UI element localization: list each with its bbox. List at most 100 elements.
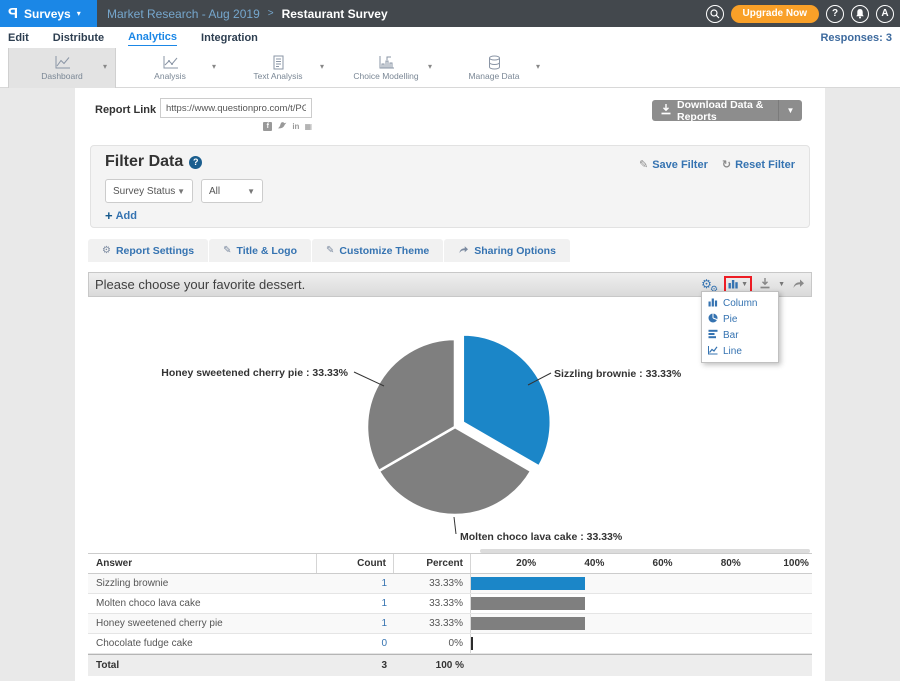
notifications-bell-icon[interactable]	[851, 5, 869, 23]
menu-item-bar[interactable]: Bar	[702, 327, 778, 343]
table-row[interactable]: Molten choco lava cake 1 33.33%	[88, 594, 812, 614]
reset-filter-button[interactable]: ↻Reset Filter	[722, 158, 795, 171]
leader-line-molten	[454, 517, 456, 534]
pie-chart-icon	[708, 313, 718, 326]
menu-item-column[interactable]: Column	[702, 295, 778, 311]
menu-item-pie[interactable]: Pie	[702, 311, 778, 327]
surveys-menu[interactable]: P Surveys ▾	[0, 0, 97, 27]
chevron-down-icon: ▼	[177, 187, 185, 196]
text-document-icon	[271, 55, 286, 70]
tab-customize-theme[interactable]: ✎Customize Theme	[312, 239, 443, 262]
pencil-icon: ✎	[326, 245, 334, 256]
chevron-down-icon: ▼	[247, 187, 255, 196]
chevron-down-icon[interactable]: ▾	[428, 62, 432, 71]
question-title: Please choose your favorite dessert.	[95, 277, 305, 292]
reset-icon: ↻	[722, 158, 731, 171]
distribution-bar	[471, 577, 585, 590]
tab-report-settings[interactable]: ⚙Report Settings	[88, 239, 208, 262]
upgrade-now-button[interactable]: Upgrade Now	[731, 5, 819, 23]
nav-distribute[interactable]: Distribute	[53, 30, 104, 46]
main-nav: Edit Distribute Analytics Integration Re…	[0, 27, 900, 48]
download-button-label: Download Data & Reports	[677, 99, 778, 123]
survey-status-value-select[interactable]: All▼	[201, 179, 263, 203]
toolbar-manage-data[interactable]: Manage Data ▾	[440, 48, 548, 88]
topbar: P Surveys ▾ Market Research - Aug 2019 >…	[0, 0, 900, 27]
column-chart-icon	[708, 297, 718, 310]
linkedin-icon[interactable]: in	[292, 122, 299, 131]
distribution-bar	[471, 637, 473, 650]
facebook-icon[interactable]: f	[263, 122, 272, 131]
nav-edit[interactable]: Edit	[8, 30, 29, 46]
pencil-icon: ✎	[639, 158, 648, 171]
chevron-down-icon[interactable]: ▾	[320, 62, 324, 71]
download-data-reports-button[interactable]: Download Data & Reports ▼	[652, 100, 802, 121]
plus-icon: +	[105, 208, 113, 223]
survey-status-select[interactable]: Survey Status▼	[105, 179, 193, 203]
share-arrow-icon	[458, 245, 469, 257]
report-link-label: Report Link	[95, 104, 156, 116]
report-tabs: ⚙Report Settings ✎Title & Logo ✎Customiz…	[88, 239, 570, 262]
tab-title-logo[interactable]: ✎Title & Logo	[209, 239, 311, 262]
filter-data-title: Filter Data ?	[105, 153, 202, 171]
chevron-down-icon[interactable]: ▼	[741, 281, 748, 288]
breadcrumb-separator: >	[268, 8, 274, 19]
twitter-icon[interactable]	[277, 121, 287, 132]
toolbar-text-analysis[interactable]: Text Analysis ▾	[224, 48, 332, 88]
chevron-down-icon[interactable]: ▾	[536, 62, 540, 71]
chevron-down-icon[interactable]: ▼	[778, 281, 785, 288]
header-scale: 20% 40% 60% 80% 100%	[471, 554, 812, 573]
filter-data-panel: Filter Data ? ✎Save Filter ↻Reset Filter…	[90, 145, 810, 228]
results-table: Answer Count Percent 20% 40% 60% 80% 100…	[88, 553, 812, 676]
settings-gears-icon: ⚙	[102, 245, 111, 256]
table-row[interactable]: Honey sweetened cherry pie 1 33.33%	[88, 614, 812, 634]
help-icon[interactable]: ?	[826, 5, 844, 23]
dashboard-chart-icon	[54, 55, 71, 70]
analytics-toolbar: Dashboard ▾ Analysis ▾ Text Analysis ▾ C…	[0, 48, 900, 88]
line-chart-icon	[708, 345, 718, 358]
filter-help-icon[interactable]: ?	[189, 156, 202, 169]
download-options-caret[interactable]: ▼	[778, 100, 802, 121]
header-answer: Answer	[88, 554, 317, 573]
questionpro-logo: P	[8, 5, 18, 22]
database-icon	[487, 55, 502, 70]
avatar[interactable]: A	[876, 5, 894, 23]
bar-chart-icon	[708, 329, 718, 342]
table-row[interactable]: Chocolate fudge cake 0 0%	[88, 634, 812, 654]
breadcrumb-parent[interactable]: Market Research - Aug 2019	[107, 7, 260, 21]
save-filter-button[interactable]: ✎Save Filter	[639, 158, 708, 171]
toolbar-dashboard[interactable]: Dashboard ▾	[8, 48, 116, 88]
chevron-down-icon: ▾	[77, 9, 81, 18]
report-link-input[interactable]	[160, 98, 312, 118]
nav-analytics[interactable]: Analytics	[128, 29, 177, 46]
chart-share-icon[interactable]	[792, 276, 805, 294]
header-percent: Percent	[394, 554, 471, 573]
toolbar-analysis[interactable]: Analysis ▾	[116, 48, 224, 88]
add-filter-button[interactable]: + Add	[105, 208, 137, 223]
pie-label-molten: Molten choco lava cake : 33.33%	[460, 531, 623, 543]
chart-type-menu: Column Pie Bar Line	[701, 291, 779, 363]
chart-settings-cogs-icon[interactable]: ⚙⚙	[701, 278, 717, 292]
download-icon	[660, 103, 672, 118]
report-panel: Report Link f in ▦ Download Data & Repor…	[75, 88, 825, 681]
search-icon[interactable]	[706, 5, 724, 23]
distribution-bar	[471, 617, 585, 630]
pie-label-honey: Honey sweetened cherry pie : 33.33%	[161, 367, 348, 379]
nav-integration[interactable]: Integration	[201, 30, 258, 46]
menu-item-line[interactable]: Line	[702, 343, 778, 359]
distribution-bar	[471, 597, 585, 610]
breadcrumb-current: Restaurant Survey	[282, 7, 388, 21]
topbar-actions: Upgrade Now ? A	[706, 5, 900, 23]
pencil-icon: ✎	[223, 245, 231, 256]
tab-sharing-options[interactable]: Sharing Options	[444, 239, 570, 262]
choice-modelling-icon	[378, 55, 395, 70]
header-count: Count	[317, 554, 394, 573]
table-row[interactable]: Sizzling brownie 1 33.33%	[88, 574, 812, 594]
chevron-down-icon[interactable]: ▾	[212, 62, 216, 71]
screen: P Surveys ▾ Market Research - Aug 2019 >…	[0, 0, 900, 681]
responses-count[interactable]: Responses: 3	[820, 32, 892, 44]
chevron-down-icon[interactable]: ▾	[103, 62, 107, 71]
toolbar-choice-modelling[interactable]: Choice Modelling ▾	[332, 48, 440, 88]
embed-icon[interactable]: ▦	[304, 122, 312, 131]
table-total-row: Total 3 100 %	[88, 654, 812, 676]
filter-actions: ✎Save Filter ↻Reset Filter	[639, 158, 795, 171]
